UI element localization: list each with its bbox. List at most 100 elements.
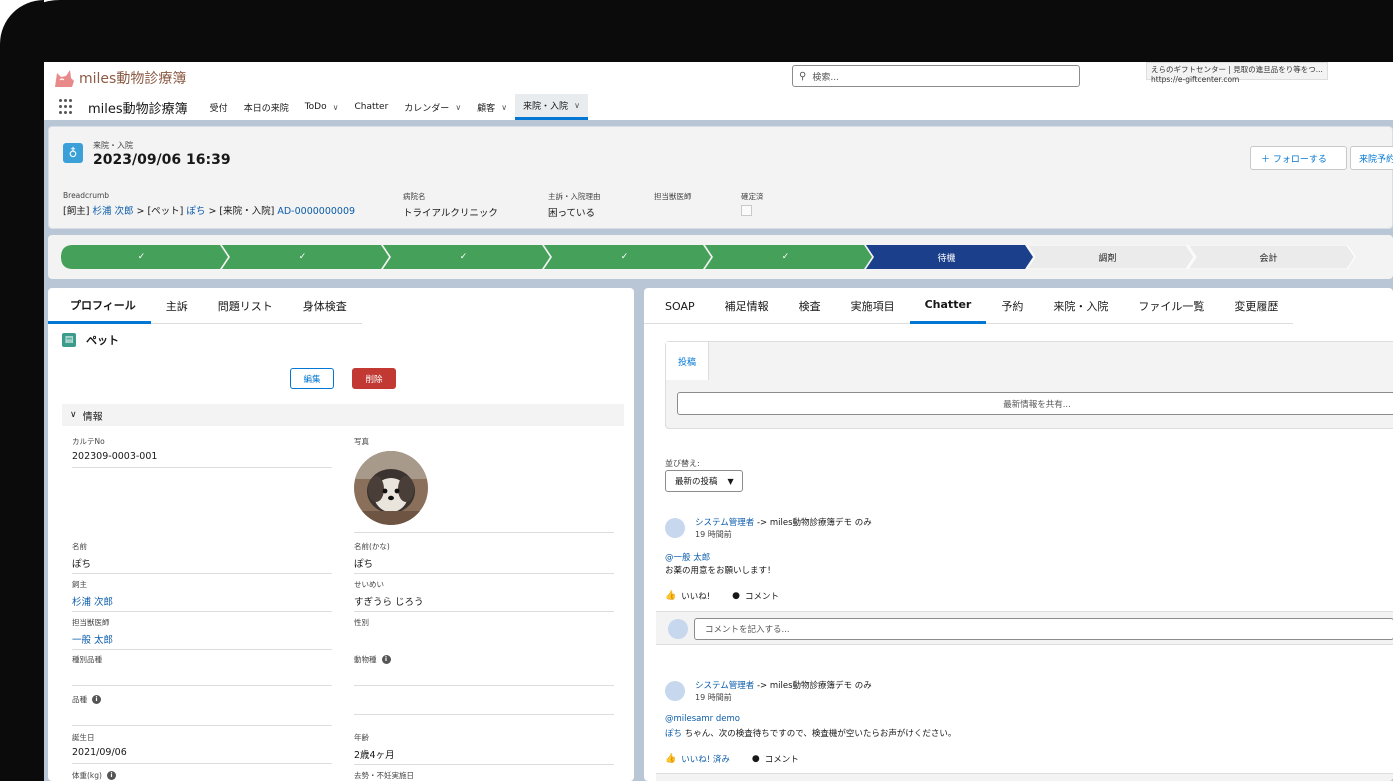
tab-physical-exam[interactable]: 身体検査	[288, 288, 362, 324]
comment-button[interactable]: ● コメント	[752, 753, 799, 765]
path-step-label: ✓	[137, 252, 146, 262]
breadcrumb-field: Breadcrumb [飼主] 杉浦 次郎 > [ペット] ぽち > [来院・入…	[63, 191, 356, 217]
path-step-3[interactable]: ✓	[383, 245, 550, 269]
confirmed-checkbox[interactable]	[741, 205, 752, 216]
app-launcher-icon[interactable]	[59, 99, 75, 115]
comment-button[interactable]: ● コメント	[732, 590, 779, 602]
sort-select[interactable]: 最新の投稿 ▼	[665, 470, 743, 492]
visit-reservation-button[interactable]: 来院予約	[1350, 146, 1393, 170]
nav-item-calendar[interactable]: カレンダー ∨	[396, 94, 469, 120]
avatar[interactable]	[665, 681, 685, 701]
search-icon: ⚲	[799, 70, 807, 82]
tab-exam[interactable]: 検査	[784, 288, 836, 324]
app-logo[interactable]: miles動物診療簿	[52, 66, 186, 90]
publisher-tab-post[interactable]: 投稿	[666, 342, 709, 380]
comment-icon: ●	[732, 591, 740, 601]
path-step-5[interactable]: ✓	[705, 245, 872, 269]
global-header: miles動物診療簿 ⚲ 検索... えらのギフトセンター | 見取の進旦品をり…	[44, 62, 1393, 120]
author-link[interactable]: システム管理者	[695, 518, 754, 528]
mention-link[interactable]: @milesamr demo	[665, 714, 740, 724]
pet-link[interactable]: ぽち	[186, 206, 205, 217]
author-link[interactable]: システム管理者	[695, 681, 754, 691]
like-button[interactable]: 👍 いいね! 済み	[665, 753, 730, 765]
tab-visit[interactable]: 来院・入院	[1038, 288, 1123, 324]
edit-button[interactable]: 編集	[290, 368, 334, 389]
like-button[interactable]: 👍 いいね!	[665, 590, 710, 602]
tooltip-url: https://e-giftcenter.com	[1151, 75, 1240, 84]
path-step-label: ✓	[298, 252, 307, 262]
global-search-input[interactable]: ⚲ 検索...	[792, 65, 1080, 87]
tab-procedures[interactable]: 実施項目	[836, 288, 910, 324]
weight-field: 体重(kg) i	[72, 770, 332, 781]
tab-chatter[interactable]: Chatter	[909, 288, 987, 324]
chevron-down-icon[interactable]: ∨	[501, 103, 507, 112]
delete-button[interactable]: 削除	[352, 368, 396, 389]
vet-field: 担当獣医師	[654, 192, 692, 201]
info-icon[interactable]: i	[381, 655, 391, 664]
info-icon[interactable]: i	[92, 695, 101, 704]
record-link[interactable]: AD-0000000009	[277, 206, 355, 217]
nav-item-chatter[interactable]: Chatter	[346, 94, 396, 120]
nav-item-reception[interactable]: 受付	[202, 94, 236, 120]
path-step-label: 調剤	[1098, 253, 1117, 264]
chevron-down-icon[interactable]: ∨	[455, 103, 461, 112]
age-field: 年齢 2歳4ヶ月	[354, 732, 614, 765]
share-update-input[interactable]: 最新情報を共有...	[677, 392, 1393, 415]
photo-field: 写真	[354, 437, 369, 446]
path-step-shape	[222, 245, 389, 269]
path-steps: ✓ ✓ ✓ ✓ ✓ 待機 調剤 会計	[61, 245, 1356, 269]
path-step-1[interactable]: ✓	[61, 245, 228, 269]
path-step-7[interactable]: 調剤	[1027, 245, 1195, 269]
app-screen: miles動物診療簿 ⚲ 検索... えらのギフトセンター | 見取の進旦品をり…	[44, 62, 1393, 781]
breed-type-field: 種別品種	[72, 654, 332, 686]
vet-name-link[interactable]: 一般 太郎	[72, 632, 332, 646]
post-body: お薬の用意をお願いします！	[665, 566, 776, 576]
name-field: 名前 ぽち	[72, 541, 332, 574]
photo-rule	[354, 529, 614, 533]
device-bezel-left	[0, 0, 44, 781]
pet-photo	[354, 451, 428, 525]
tab-history[interactable]: 変更履歴	[1219, 288, 1293, 324]
chevron-down-icon[interactable]: ∨	[333, 103, 339, 112]
nav-item-customer[interactable]: 顧客 ∨	[469, 94, 515, 120]
path-step-6[interactable]: 待機	[866, 245, 1033, 269]
device-frame: miles動物診療簿 ⚲ 検索... えらのギフトセンター | 見取の進旦品をり…	[0, 0, 1393, 781]
post-time: 19 時間前	[695, 530, 732, 539]
avatar[interactable]	[665, 518, 685, 538]
owner-field: 飼主 杉浦 次郎	[72, 579, 332, 612]
hospital-field: 病院名 トライアルクリニック	[403, 192, 498, 219]
post-body: ぽち ちゃん、次の検査待ちですので、検査機が空いたらお声がけください。	[665, 729, 957, 739]
tooltip-title: えらのギフトセンター | 見取の進旦品をり等をつ...	[1151, 65, 1323, 74]
sex-field: 性別	[354, 618, 369, 627]
tab-problem-list[interactable]: 問題リスト	[203, 288, 288, 324]
follow-button[interactable]: ＋ フォローする	[1250, 146, 1347, 170]
kana-field: 名前(かな) ぽち	[354, 541, 614, 574]
owner-name-link[interactable]: 杉浦 次郎	[72, 594, 332, 608]
tab-profile[interactable]: プロフィール	[48, 288, 151, 324]
path-step-label: 会計	[1259, 253, 1278, 264]
record-header: ♁ 来院・入院 2023/09/06 16:39 ＋ フォローする 来院予約 B…	[48, 126, 1393, 229]
info-section-toggle[interactable]: ∨ 情報	[62, 404, 624, 426]
tab-soap[interactable]: SOAP	[644, 288, 710, 324]
path-step-shape	[705, 245, 872, 269]
chevron-down-icon[interactable]: ∨	[574, 101, 580, 110]
tab-supplement[interactable]: 補足情報	[710, 288, 784, 324]
tab-reservation[interactable]: 予約	[986, 288, 1038, 324]
mention-link[interactable]: @一般 太郎	[665, 551, 710, 563]
owner-link[interactable]: 杉浦 次郎	[92, 206, 133, 217]
nav-item-todo[interactable]: ToDo ∨	[297, 94, 347, 120]
comment-input[interactable]: コメントを記入する...	[694, 618, 1393, 640]
post-time: 19 時間前	[695, 693, 732, 702]
nav-item-today[interactable]: 本日の来院	[236, 94, 297, 120]
path-step-8[interactable]: 会計	[1188, 245, 1356, 269]
search-placeholder: 検索...	[812, 72, 839, 83]
tab-files[interactable]: ファイル一覧	[1123, 288, 1219, 324]
thumbs-up-icon: 👍	[665, 591, 677, 601]
path-step-2[interactable]: ✓	[222, 245, 389, 269]
nav-item-visit[interactable]: 来院・入院 ∨	[515, 94, 588, 120]
pet-link[interactable]: ぽち	[665, 729, 682, 739]
tab-complaint[interactable]: 主訴	[151, 288, 203, 324]
path-step-4[interactable]: ✓	[544, 245, 711, 269]
avatar	[668, 619, 688, 639]
info-icon[interactable]: i	[106, 771, 116, 780]
